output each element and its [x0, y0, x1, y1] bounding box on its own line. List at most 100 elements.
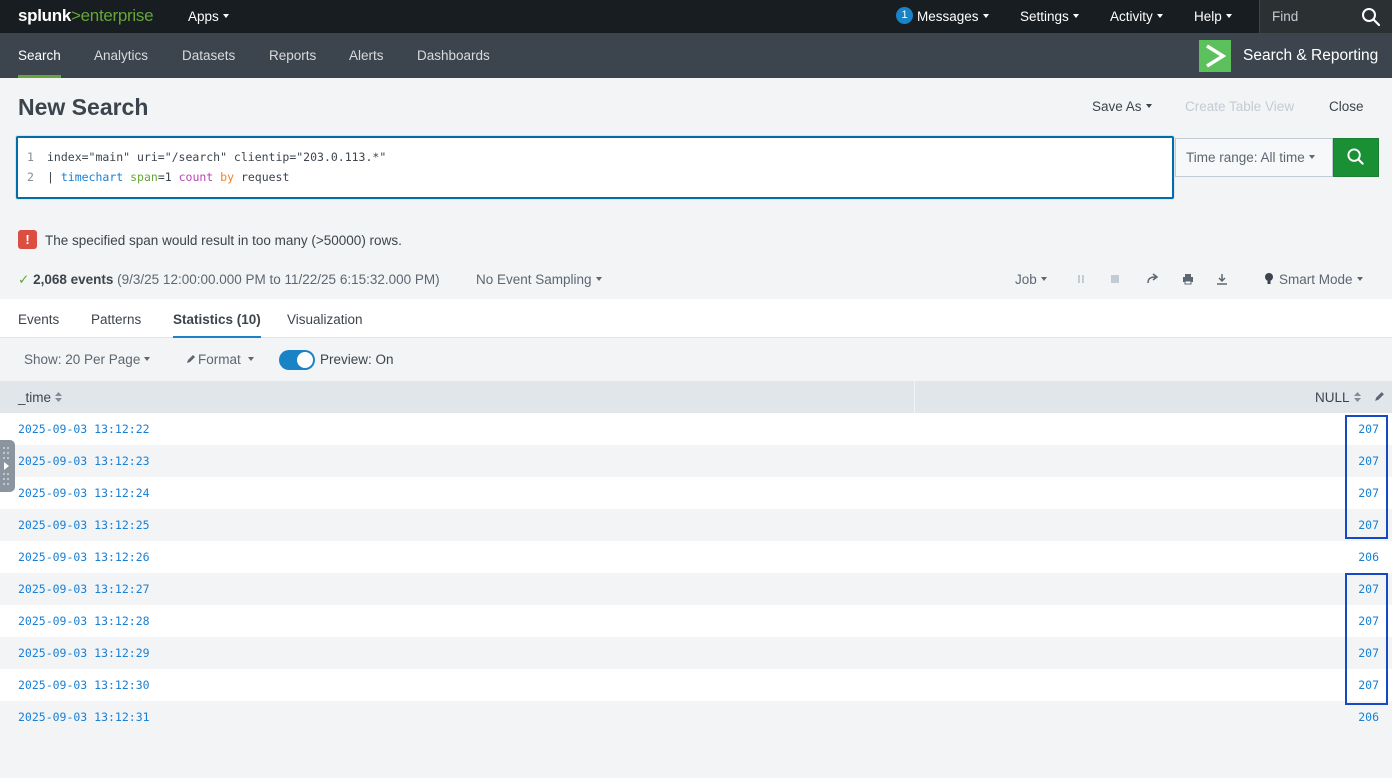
format-menu[interactable]: Format: [186, 338, 254, 381]
value-cell[interactable]: 206: [1358, 701, 1379, 734]
line-number: 1: [27, 150, 34, 164]
app-bar: Search Analytics Datasets Reports Alerts…: [0, 33, 1392, 78]
search-mode-menu[interactable]: Smart Mode: [1279, 272, 1363, 287]
time-range-label: Time range: All time: [1186, 150, 1305, 165]
line-number: 2: [27, 170, 34, 184]
stop-icon[interactable]: [1107, 271, 1123, 287]
activity-label: Activity: [1110, 9, 1153, 24]
chevron-down-icon: [1308, 155, 1315, 160]
drag-handle-icon: [3, 447, 9, 485]
logo-text: splunk: [18, 6, 71, 25]
keyword-token: by: [220, 170, 235, 184]
column-divider[interactable]: [914, 381, 915, 413]
table-row: 2025-09-03 13:12:26 206: [0, 541, 1392, 573]
settings-label: Settings: [1020, 9, 1069, 24]
tab-search[interactable]: Search: [18, 33, 61, 78]
close-button[interactable]: Close: [1329, 99, 1364, 114]
table-header: _time NULL: [0, 381, 1392, 413]
query-line-2: | timechart span=1 count by request: [47, 170, 289, 184]
search-query-editor[interactable]: 1 index="main" uri="/search" clientip="2…: [16, 136, 1174, 199]
job-status: ✓ 2,068 events (9/3/25 12:00:00.000 PM t…: [18, 272, 440, 288]
value-cell[interactable]: 206: [1358, 541, 1379, 574]
find-input[interactable]: [1260, 0, 1360, 33]
time-cell[interactable]: 2025-09-03 13:12:24: [18, 477, 150, 510]
app-title: Search & Reporting: [1243, 47, 1379, 64]
tab-visualization[interactable]: Visualization: [287, 299, 363, 338]
activity-menu[interactable]: Activity: [1110, 0, 1163, 33]
top-bar: splunk>enterprise Apps 1 Messages Setting…: [0, 0, 1392, 33]
tab-statistics[interactable]: Statistics (10): [173, 299, 261, 339]
event-sampling-menu[interactable]: No Event Sampling: [476, 272, 602, 287]
tab-reports[interactable]: Reports: [269, 33, 316, 78]
create-table-view-button[interactable]: Create Table View: [1185, 99, 1294, 114]
preview-toggle[interactable]: [279, 350, 315, 370]
help-menu[interactable]: Help: [1194, 0, 1232, 33]
tab-alerts[interactable]: Alerts: [349, 33, 384, 78]
table-row: 2025-09-03 13:12:31 206: [0, 701, 1392, 733]
time-cell[interactable]: 2025-09-03 13:12:23: [18, 445, 150, 478]
tab-patterns[interactable]: Patterns: [91, 299, 141, 338]
time-cell[interactable]: 2025-09-03 13:12:25: [18, 509, 150, 542]
chevron-down-icon: [1156, 14, 1163, 19]
run-search-button[interactable]: [1333, 138, 1379, 177]
column-header-time[interactable]: _time: [18, 381, 63, 413]
tab-analytics[interactable]: Analytics: [94, 33, 148, 78]
time-cell[interactable]: 2025-09-03 13:12:30: [18, 669, 150, 702]
command-token: timechart: [60, 170, 124, 184]
chevron-down-icon: [1072, 14, 1079, 19]
pencil-icon[interactable]: [1374, 391, 1385, 402]
time-cell[interactable]: 2025-09-03 13:12:29: [18, 637, 150, 670]
table-row: 2025-09-03 13:12:27 207: [0, 573, 1392, 605]
settings-menu[interactable]: Settings: [1020, 0, 1079, 33]
side-panel-handle[interactable]: [0, 440, 15, 492]
chevron-down-icon: [982, 14, 989, 19]
tab-events[interactable]: Events: [18, 299, 59, 338]
time-range-picker[interactable]: Time range: All time: [1175, 138, 1333, 177]
save-as-button[interactable]: Save As: [1092, 99, 1152, 114]
column-header-label: NULL: [1315, 390, 1350, 405]
error-icon: !: [18, 230, 37, 249]
error-message: The specified span would result in too m…: [45, 233, 402, 248]
preview-label: Preview: On: [320, 352, 394, 367]
help-label: Help: [1194, 9, 1222, 24]
table-row: 2025-09-03 13:12:29 207: [0, 637, 1392, 669]
messages-menu[interactable]: 1 Messages: [896, 0, 989, 33]
time-cell[interactable]: 2025-09-03 13:12:26: [18, 541, 150, 574]
results-toolbar: Show: 20 Per Page Format Preview: On: [0, 338, 1392, 381]
tab-dashboards[interactable]: Dashboards: [417, 33, 490, 78]
time-cell[interactable]: 2025-09-03 13:12:28: [18, 605, 150, 638]
column-header-null[interactable]: NULL: [1315, 381, 1361, 413]
event-time-range: (9/3/25 12:00:00.000 PM to 11/22/25 6:15…: [117, 272, 440, 287]
pencil-icon: [187, 354, 195, 363]
function-token: count: [178, 170, 214, 184]
job-menu-label: Job: [1015, 272, 1037, 287]
chevron-down-icon: [247, 357, 254, 362]
time-cell[interactable]: 2025-09-03 13:12:27: [18, 573, 150, 606]
pause-icon[interactable]: [1073, 271, 1089, 287]
column-header-label: _time: [18, 390, 52, 405]
apps-menu[interactable]: Apps: [188, 0, 229, 33]
job-menu[interactable]: Job: [1015, 272, 1047, 287]
table-footer: [0, 733, 1392, 753]
table-row: 2025-09-03 13:12:28 207: [0, 605, 1392, 637]
chevron-down-icon: [595, 277, 602, 282]
find-box: [1259, 0, 1392, 33]
tab-datasets[interactable]: Datasets: [182, 33, 235, 78]
messages-count-badge: 1: [896, 7, 913, 25]
per-page-menu[interactable]: Show: 20 Per Page: [24, 338, 151, 381]
table-row: 2025-09-03 13:12:23 207: [0, 445, 1392, 477]
search-icon[interactable]: [1360, 7, 1382, 27]
highlight-box: [1345, 415, 1388, 539]
sort-icon: [55, 392, 63, 403]
splunk-logo[interactable]: splunk>enterprise: [18, 6, 154, 26]
table-body: 2025-09-03 13:12:22 207 2025-09-03 13:12:…: [0, 413, 1392, 733]
chevron-down-icon: [1145, 104, 1152, 109]
check-icon: ✓: [18, 272, 30, 287]
table-row: 2025-09-03 13:12:22 207: [0, 413, 1392, 445]
time-cell[interactable]: 2025-09-03 13:12:22: [18, 413, 150, 446]
share-icon[interactable]: [1145, 271, 1161, 287]
export-icon[interactable]: [1214, 271, 1230, 287]
time-cell[interactable]: 2025-09-03 13:12:31: [18, 701, 150, 734]
table-row: 2025-09-03 13:12:24 207: [0, 477, 1392, 509]
print-icon[interactable]: [1180, 271, 1196, 287]
